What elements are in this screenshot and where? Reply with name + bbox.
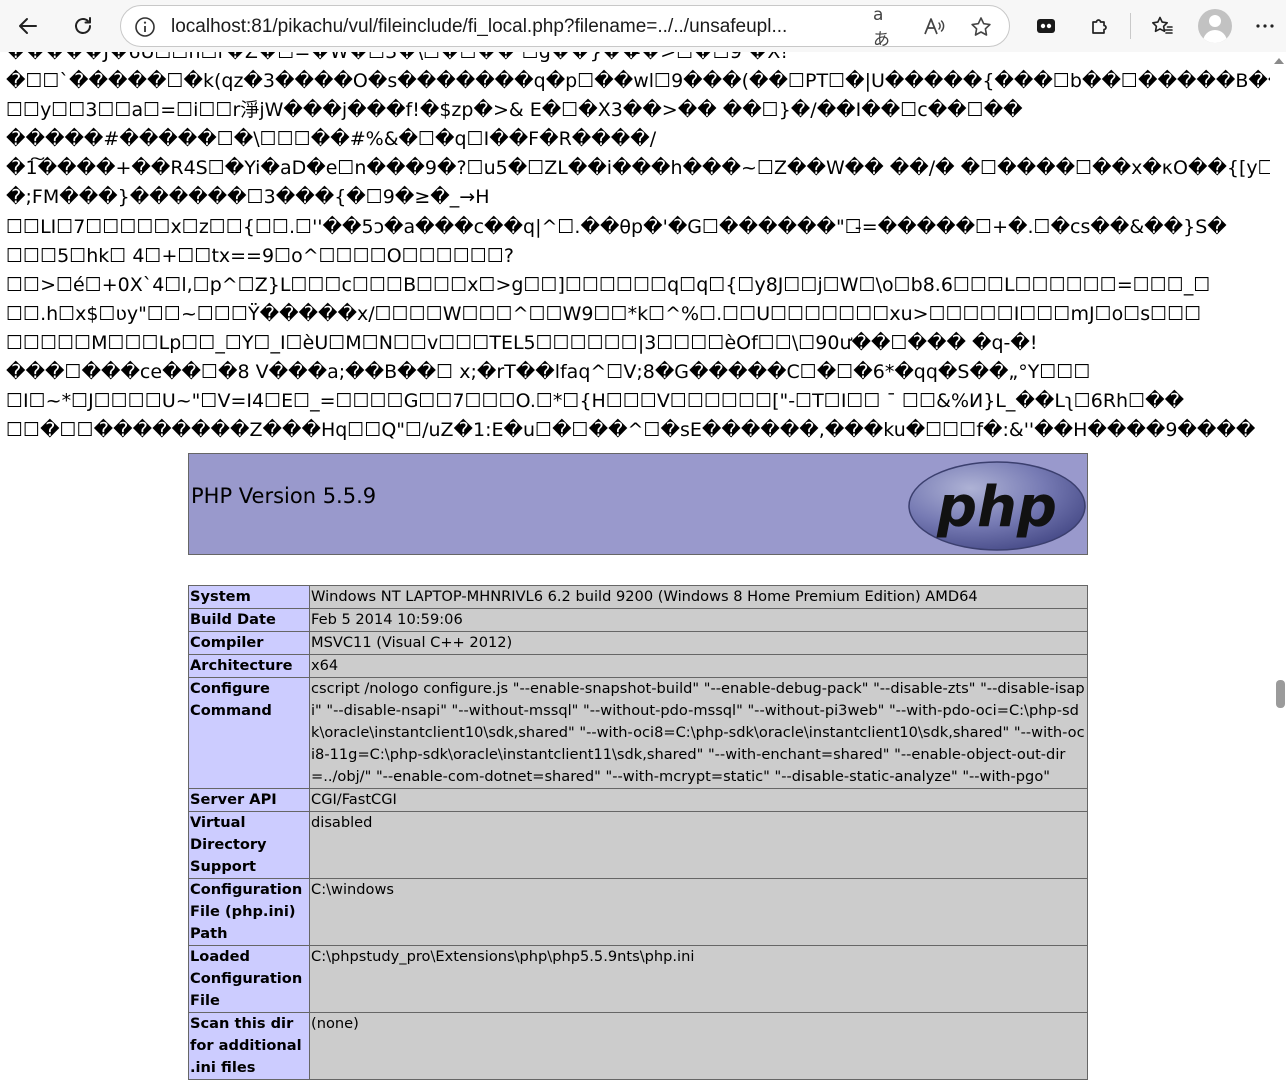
garbled-line: �☐☐`�����☐�k(qz�3����O�s�������q�p☐��wl☐… bbox=[6, 70, 1270, 93]
info-label: System bbox=[188, 585, 310, 609]
garbled-line: ���☐���ce��☐�8 V���a;��B��☐ x;�rT��lfaq^… bbox=[6, 361, 1091, 384]
info-label: Configure Command bbox=[188, 677, 310, 789]
php-logo-text: php bbox=[936, 475, 1057, 540]
profile-avatar[interactable] bbox=[1198, 9, 1232, 43]
info-value: cscript /nologo configure.js "--enable-s… bbox=[309, 677, 1088, 789]
site-info-icon[interactable] bbox=[133, 15, 157, 39]
table-row: Build Date Feb 5 2014 10:59:06 bbox=[188, 608, 1088, 632]
garbled-line: ☐I☐~*☐J☐☐☐☐U~"☐V=I4☐E☐_=☐☐☐☐G☐☐7☐☐☐O.☐*☐… bbox=[6, 390, 1185, 413]
garbled-line: �����J�6U☐☐n☐r�Z�☐=�W�☐3�\☐�☐�� ☐g��}��̵… bbox=[6, 52, 788, 63]
table-row: Virtual Directory Support disabled bbox=[188, 811, 1088, 879]
garbled-line: ☐☐.h☐x$☐ʋy"☐☐~☐☐☐Ÿ�����x/☐☐☐☐W☐☐☐^☐☐W9☐☐… bbox=[6, 302, 1202, 325]
favorite-star-icon[interactable] bbox=[968, 14, 994, 40]
garbled-binary-output: �����J�6U☐☐n☐r�Z�☐=�W�☐3�\☐�☐�� ☐g��}��̵… bbox=[6, 52, 1270, 454]
more-menu-icon[interactable] bbox=[1250, 8, 1280, 44]
garbled-line: ☐☐☐☐☐M☐☐☐Lp☐☐_☐Y☐_I☐èU☐M☐N☐☐v☐☐☐TEL5☐☐☐☐… bbox=[6, 331, 1038, 354]
avatar-head bbox=[1209, 15, 1221, 27]
table-row: Server API CGI/FastCGI bbox=[188, 788, 1088, 812]
table-row: Loaded Configuration File C:\phpstudy_pr… bbox=[188, 945, 1088, 1013]
refresh-icon[interactable] bbox=[65, 8, 101, 44]
avatar-shoulders bbox=[1203, 30, 1227, 43]
garbled-line: �����#�����☐�\☐☐☐��#%&�☐�q☐I��F�R����/ bbox=[6, 128, 657, 151]
scrollbar-thumb[interactable] bbox=[1276, 680, 1285, 708]
php-logo[interactable]: php bbox=[907, 460, 1087, 552]
back-icon[interactable] bbox=[10, 8, 46, 44]
browser-toolbar: localhost:81/pikachu/vul/fileinclude/fi_… bbox=[0, 0, 1286, 52]
garbled-line: �1͠����+��R4S☐�Yi�aD�e☐n���9�?☐u5�☐ZL��i… bbox=[6, 157, 1270, 180]
php-info-table: System Windows NT LAPTOP-MHNRIVL6 6.2 bu… bbox=[188, 585, 1088, 1080]
garbled-line: ☐☐y☐☐3☐☐a☐=☐i☐☐r淨jW���j���f!�$zp�>& E�☐�… bbox=[6, 99, 1023, 122]
info-label: Configuration File (php.ini) Path bbox=[188, 878, 310, 946]
info-label: Compiler bbox=[188, 631, 310, 655]
phpinfo-header: PHP Version 5.5.9 php bbox=[188, 453, 1088, 555]
info-label: Virtual Directory Support bbox=[188, 811, 310, 879]
info-label: Scan this dir for additional .ini files bbox=[188, 1012, 310, 1080]
garbled-line: ☐☐☐5☐hk☐ 4☐+☐☐tx==9☐o^☐☐☐☐O☐☐☐☐☐☐? bbox=[6, 244, 515, 267]
translate-icon[interactable]: aあ bbox=[873, 5, 899, 50]
page-scrollbar[interactable] bbox=[1270, 52, 1286, 1058]
php-version-title: PHP Version 5.5.9 bbox=[191, 484, 377, 508]
garbled-line: ☐☐>☐é☐+0X`4☐l,☐p^☐Z}L☐☐☐c☐☐☐B☐☐☐x☐>g☐☐]☐… bbox=[6, 273, 1211, 296]
garbled-line: �;FM���}������☐3���{�☐9�≥�_→H bbox=[6, 186, 490, 209]
info-value: Feb 5 2014 10:59:06 bbox=[309, 608, 1088, 632]
info-value: Windows NT LAPTOP-MHNRIVL6 6.2 build 920… bbox=[309, 585, 1088, 609]
table-row: Configuration File (php.ini) Path C:\win… bbox=[188, 878, 1088, 946]
table-row: Scan this dir for additional .ini files … bbox=[188, 1012, 1088, 1080]
url-text[interactable]: localhost:81/pikachu/vul/fileinclude/fi_… bbox=[171, 16, 861, 38]
address-bar[interactable]: localhost:81/pikachu/vul/fileinclude/fi_… bbox=[120, 5, 1010, 50]
info-value: disabled bbox=[309, 811, 1088, 879]
scroll-up-arrow-icon[interactable] bbox=[1274, 58, 1284, 64]
table-row: Architecture x64 bbox=[188, 654, 1088, 678]
info-label: Architecture bbox=[188, 654, 310, 678]
read-aloud-icon[interactable] bbox=[921, 14, 947, 40]
table-row: Compiler MSVC11 (Visual C++ 2012) bbox=[188, 631, 1088, 655]
extensions-puzzle-icon[interactable] bbox=[1082, 8, 1118, 44]
info-label: Build Date bbox=[188, 608, 310, 632]
favorites-icon[interactable] bbox=[1144, 8, 1180, 44]
toolbar-divider bbox=[1130, 13, 1131, 39]
info-value: C:\windows bbox=[309, 878, 1088, 946]
info-value: MSVC11 (Visual C++ 2012) bbox=[309, 631, 1088, 655]
extension-icon[interactable] bbox=[1028, 8, 1064, 44]
table-row: System Windows NT LAPTOP-MHNRIVL6 6.2 bu… bbox=[188, 585, 1088, 609]
garbled-line: ☐☐LI☐7☐☐☐☐☐x☐z☐☐{☐☐.☐''��5ɔ�a���c��q|^☐.… bbox=[6, 215, 1227, 238]
info-value: x64 bbox=[309, 654, 1088, 678]
info-value: (none) bbox=[309, 1012, 1088, 1080]
info-value: CGI/FastCGI bbox=[309, 788, 1088, 812]
garbled-line: ☐☐�☐☐��������Z���Hq☐☐Q"☐/uZ�1:E�u☐�☐��^☐… bbox=[6, 419, 1256, 442]
table-row: Configure Command cscript /nologo config… bbox=[188, 677, 1088, 789]
info-value: C:\phpstudy_pro\Extensions\php\php5.5.9n… bbox=[309, 945, 1088, 1013]
info-label: Loaded Configuration File bbox=[188, 945, 310, 1013]
info-label: Server API bbox=[188, 788, 310, 812]
